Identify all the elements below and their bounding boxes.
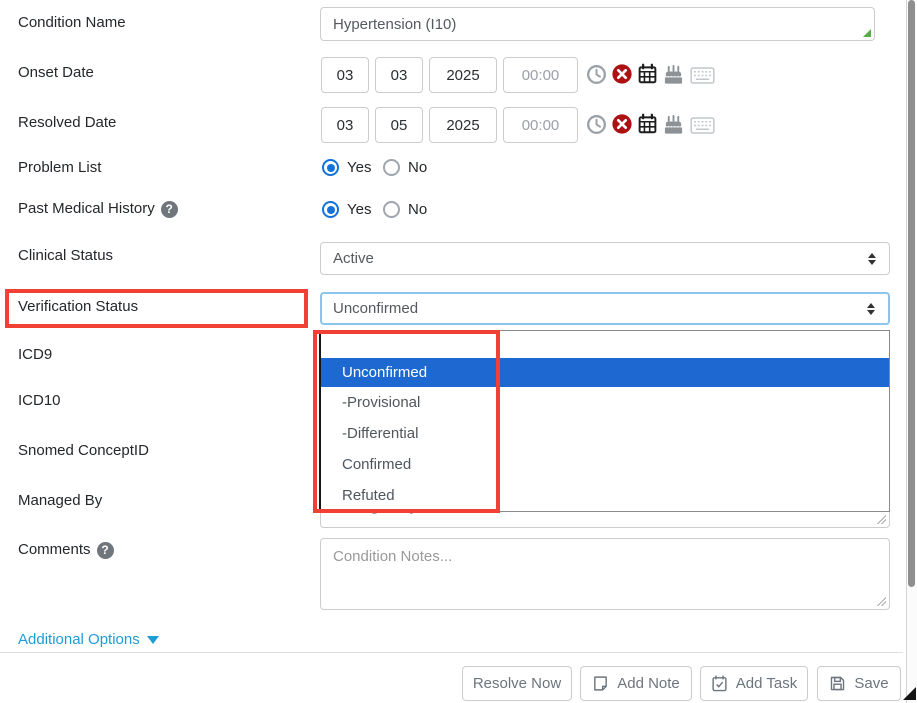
onset-year-input[interactable]: 2025 — [429, 57, 497, 93]
resolved-time-value: 00:00 — [522, 117, 560, 134]
save-button[interactable]: Save — [817, 666, 901, 701]
past-medical-history-label: Past Medical History ? — [18, 200, 178, 218]
onset-day-value: 03 — [391, 67, 408, 84]
additional-options-link[interactable]: Additional Options — [18, 631, 159, 648]
clock-icon[interactable] — [586, 114, 607, 135]
comments-textarea[interactable]: Condition Notes... — [320, 538, 890, 610]
resolved-date-label: Resolved Date — [18, 114, 116, 132]
resolved-day-input[interactable]: 05 — [375, 107, 423, 143]
caret-down-icon — [147, 636, 159, 644]
problem-list-label: Problem List — [18, 159, 101, 177]
radio-selected-icon[interactable] — [322, 201, 339, 218]
radio-no-label: No — [408, 201, 427, 218]
onset-time-value: 00:00 — [522, 67, 560, 84]
resolved-month-input[interactable]: 03 — [321, 107, 369, 143]
verification-status-value: Unconfirmed — [333, 300, 418, 317]
select-arrows-icon — [867, 303, 875, 315]
onset-year-value: 2025 — [446, 67, 479, 84]
radio-yes-label: Yes — [347, 159, 371, 176]
annotation-rectangle-label — [5, 289, 308, 328]
clinical-status-select[interactable]: Active — [320, 242, 890, 275]
icd9-label: ICD9 — [18, 346, 52, 364]
resize-grip-icon[interactable] — [863, 29, 871, 37]
past-medical-history-label-text: Past Medical History — [18, 200, 155, 218]
resize-grip-icon[interactable] — [877, 597, 886, 606]
condition-name-label: Condition Name — [18, 14, 126, 32]
scrollbar-thumb[interactable] — [908, 0, 915, 587]
resolved-day-value: 05 — [391, 117, 408, 134]
clear-date-icon[interactable] — [611, 113, 633, 135]
resize-grip-icon[interactable] — [877, 515, 886, 524]
resolve-now-label: Resolve Now — [473, 675, 561, 692]
radio-unselected-icon[interactable] — [383, 201, 400, 218]
annotation-rectangle-dropdown — [313, 330, 500, 513]
past-medical-history-yes-radio[interactable]: Yes — [322, 201, 371, 218]
problem-list-yes-radio[interactable]: Yes — [322, 159, 371, 176]
add-task-label: Add Task — [736, 675, 797, 692]
resolved-month-value: 03 — [337, 117, 354, 134]
onset-time-input[interactable]: 00:00 — [503, 57, 578, 93]
keyboard-icon[interactable] — [690, 67, 715, 84]
calendar-icon[interactable] — [637, 63, 658, 84]
comments-placeholder: Condition Notes... — [333, 548, 452, 565]
comments-label: Comments ? — [18, 541, 114, 559]
task-calendar-icon — [711, 675, 728, 692]
radio-no-label: No — [408, 159, 427, 176]
problem-list-no-radio[interactable]: No — [383, 159, 427, 176]
keyboard-icon[interactable] — [690, 117, 715, 134]
divider — [0, 652, 903, 653]
birthday-cake-icon[interactable] — [662, 114, 685, 135]
scroll-corner-icon — [903, 687, 916, 700]
resolved-time-input[interactable]: 00:00 — [503, 107, 578, 143]
additional-options-text: Additional Options — [18, 631, 140, 648]
radio-selected-icon[interactable] — [322, 159, 339, 176]
save-floppy-icon — [829, 675, 846, 692]
radio-yes-label: Yes — [347, 201, 371, 218]
condition-name-input[interactable]: Hypertension (I10) — [320, 7, 875, 41]
resolve-now-button[interactable]: Resolve Now — [462, 666, 572, 701]
help-icon[interactable]: ? — [97, 542, 114, 559]
condition-form: Condition Name Hypertension (I10) Onset … — [0, 0, 917, 703]
calendar-icon[interactable] — [637, 113, 658, 134]
snomed-concept-id-label: Snomed ConceptID — [18, 442, 149, 460]
onset-date-label: Onset Date — [18, 64, 94, 82]
onset-day-input[interactable]: 03 — [375, 57, 423, 93]
clear-date-icon[interactable] — [611, 63, 633, 85]
past-medical-history-no-radio[interactable]: No — [383, 201, 427, 218]
help-icon[interactable]: ? — [161, 201, 178, 218]
condition-name-value: Hypertension (I10) — [333, 16, 456, 33]
select-arrows-icon — [868, 253, 876, 265]
save-label: Save — [854, 675, 888, 692]
clinical-status-value: Active — [333, 250, 374, 267]
add-task-button[interactable]: Add Task — [700, 666, 808, 701]
clinical-status-label: Clinical Status — [18, 247, 113, 265]
resolved-year-value: 2025 — [446, 117, 479, 134]
radio-unselected-icon[interactable] — [383, 159, 400, 176]
note-icon — [592, 675, 609, 692]
verification-status-select[interactable]: Unconfirmed — [320, 292, 890, 325]
onset-month-value: 03 — [337, 67, 354, 84]
add-note-button[interactable]: Add Note — [580, 666, 692, 701]
icd10-label: ICD10 — [18, 392, 61, 410]
add-note-label: Add Note — [617, 675, 680, 692]
resolved-year-input[interactable]: 2025 — [429, 107, 497, 143]
clock-icon[interactable] — [586, 64, 607, 85]
onset-month-input[interactable]: 03 — [321, 57, 369, 93]
managed-by-label: Managed By — [18, 492, 102, 510]
birthday-cake-icon[interactable] — [662, 64, 685, 85]
comments-label-text: Comments — [18, 541, 91, 559]
